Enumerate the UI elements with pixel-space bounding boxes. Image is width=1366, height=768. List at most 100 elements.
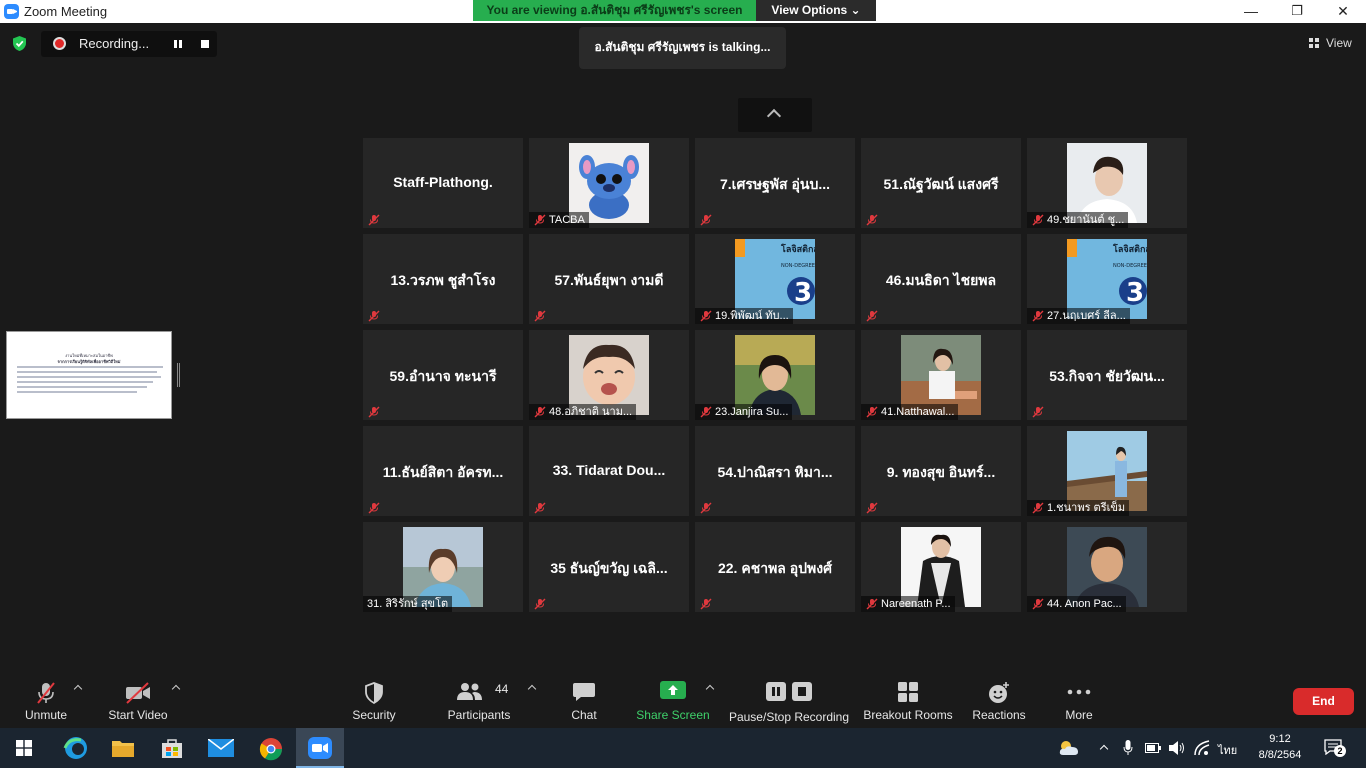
start-video-label: Start Video: [108, 708, 168, 722]
participant-tile[interactable]: 48.อภิชาติ นาม...: [529, 330, 689, 420]
microphone-muted-icon: [700, 213, 712, 226]
participant-tile[interactable]: โลจิสติกส์NON-DEGREE319.พิพัฒน์ ทับ...: [695, 234, 855, 324]
taskbar-edge[interactable]: [52, 728, 100, 768]
input-language[interactable]: ไทย: [1218, 741, 1237, 759]
participant-tile[interactable]: 11.ธันย์สิตา อัครท...: [363, 426, 523, 516]
clock-time[interactable]: 9:12: [1254, 733, 1306, 745]
pause-stop-icon: [766, 682, 812, 701]
chat-button[interactable]: Chat: [558, 672, 610, 728]
microphone-muted-icon: [700, 501, 712, 514]
tray-overflow-caret-icon[interactable]: [1099, 744, 1109, 754]
taskbar-mail[interactable]: [197, 728, 245, 768]
microphone-muted-icon: [534, 309, 546, 322]
participant-tile[interactable]: 22. คชาพล อุปพงศ์: [695, 522, 855, 612]
participant-tile[interactable]: 46.มนธิดา ไชยพล: [861, 234, 1021, 324]
encryption-shield-icon[interactable]: [11, 35, 28, 52]
more-button[interactable]: More: [1054, 672, 1104, 728]
unmute-button[interactable]: Unmute: [18, 672, 74, 728]
start-button[interactable]: [0, 728, 48, 768]
microphone-muted-icon: [700, 597, 712, 610]
microphone-muted-icon: [1032, 405, 1044, 418]
wifi-icon[interactable]: [1194, 740, 1210, 756]
participant-tile[interactable]: 41.Natthawal...: [861, 330, 1021, 420]
participant-video: [569, 335, 649, 415]
recording-label: Recording...: [79, 36, 150, 51]
participant-tile[interactable]: 59.อำนาจ ทะนารี: [363, 330, 523, 420]
participant-tile[interactable]: TACBA: [529, 138, 689, 228]
grid-view-icon: [1309, 38, 1319, 48]
microphone-off-icon: [37, 682, 55, 704]
clock-date[interactable]: 8/8/2564: [1254, 749, 1306, 761]
microphone-muted-icon: [534, 501, 546, 514]
reactions-button[interactable]: Reactions: [968, 672, 1030, 728]
participant-video: [901, 335, 981, 415]
participant-tile[interactable]: 23.Janjira Su...: [695, 330, 855, 420]
share-screen-button[interactable]: Share Screen: [634, 672, 712, 728]
stop-recording-icon[interactable]: [201, 40, 209, 48]
tray-microphone-icon[interactable]: [1123, 740, 1133, 756]
taskbar-file-explorer[interactable]: [99, 728, 147, 768]
microphone-muted-icon: [368, 501, 380, 514]
participant-tile[interactable]: 44. Anon Pac...: [1027, 522, 1187, 612]
participant-tile[interactable]: 35 ธันญ์ขวัญ เฉลิ...: [529, 522, 689, 612]
end-meeting-button[interactable]: End: [1293, 688, 1354, 715]
close-button[interactable]: ✕: [1320, 0, 1366, 23]
video-off-icon: [126, 682, 150, 704]
weather-cloud-icon[interactable]: [1058, 740, 1080, 756]
microphone-muted-icon: [1032, 309, 1044, 322]
audio-options-caret-icon[interactable]: [73, 684, 83, 694]
participant-name: 57.พันธ์ยุพา งามดี: [554, 272, 664, 288]
shared-screen-thumbnail[interactable]: งานใหม่ที่เหมาะสมในอาชีพ จากการเรียนรู้ด…: [6, 331, 172, 419]
participant-tile[interactable]: 51.ณัฐวัฒน์ แสงศรี: [861, 138, 1021, 228]
participant-tile[interactable]: 57.พันธ์ยุพา งามดี: [529, 234, 689, 324]
participant-tile[interactable]: 49.ชยานันต์ ชู...: [1027, 138, 1187, 228]
notifications-button[interactable]: 2: [1324, 739, 1346, 757]
pause-recording-icon[interactable]: [172, 38, 184, 50]
participant-tile[interactable]: Nareenath P...: [861, 522, 1021, 612]
participant-tile[interactable]: 54.ปาณิสรา หิมา...: [695, 426, 855, 516]
pause-stop-recording-button[interactable]: Pause/Stop Recording: [728, 672, 850, 728]
participant-tile[interactable]: 7.เศรษฐพัส อุ่นบ...: [695, 138, 855, 228]
participant-video: [403, 527, 483, 607]
participants-button[interactable]: 44 Participants: [446, 672, 512, 728]
minimize-button[interactable]: —: [1228, 0, 1274, 23]
microphone-muted-icon: [534, 405, 546, 418]
participant-tile[interactable]: 53.กิจจา ชัยวัฒน...: [1027, 330, 1187, 420]
svg-text:โลจิสติกส์: โลจิสติกส์: [780, 243, 815, 255]
chat-bubble-icon: [573, 683, 595, 701]
participants-options-caret-icon[interactable]: [527, 684, 537, 694]
chevron-up-icon: [766, 108, 782, 124]
participant-tile[interactable]: 13.วรภพ ชูสำโรง: [363, 234, 523, 324]
view-options-button[interactable]: View Options ⌄: [756, 0, 876, 21]
participant-name: 51.ณัฐวัฒน์ แสงศรี: [883, 176, 999, 192]
participant-tile[interactable]: 33. Tidarat Dou...: [529, 426, 689, 516]
security-label: Security: [352, 708, 396, 722]
breakout-rooms-button[interactable]: Breakout Rooms: [860, 672, 956, 728]
participant-tile[interactable]: โลจิสติกส์NON-DEGREE327.นฤเบศร์ ลีล...: [1027, 234, 1187, 324]
participant-tile[interactable]: 1.ชนาพร ตรีเข็ม: [1027, 426, 1187, 516]
edge-browser-icon: [63, 737, 87, 759]
participant-tile[interactable]: Staff-Plathong.: [363, 138, 523, 228]
participant-name: Staff-Plathong.: [393, 174, 493, 190]
microphone-muted-icon: [700, 405, 712, 418]
view-layout-button[interactable]: View: [1300, 31, 1360, 55]
gallery-page-up-button[interactable]: [738, 98, 812, 132]
video-options-caret-icon[interactable]: [171, 684, 181, 694]
security-button[interactable]: Security: [346, 672, 402, 728]
participants-label: Participants: [447, 708, 511, 722]
restore-button[interactable]: ❐: [1274, 0, 1320, 23]
battery-icon[interactable]: [1145, 743, 1161, 753]
start-video-button[interactable]: Start Video: [104, 672, 172, 728]
resize-handle[interactable]: [177, 363, 180, 387]
participant-tile[interactable]: 31. สิริรักษ์ สุขโต: [363, 522, 523, 612]
taskbar-zoom[interactable]: [296, 728, 344, 768]
volume-icon[interactable]: [1168, 740, 1186, 756]
store-bag-icon: [162, 739, 182, 758]
microphone-muted-icon: [368, 213, 380, 226]
taskbar-store[interactable]: [148, 728, 196, 768]
participant-name: 46.มนธิดา ไชยพล: [885, 272, 997, 288]
windows-taskbar: ไทย 9:12 8/8/2564 2: [0, 728, 1366, 768]
participant-tile[interactable]: 9. ทองสุข อินทร์...: [861, 426, 1021, 516]
taskbar-chrome[interactable]: [246, 728, 294, 768]
unmute-label: Unmute: [24, 708, 68, 722]
